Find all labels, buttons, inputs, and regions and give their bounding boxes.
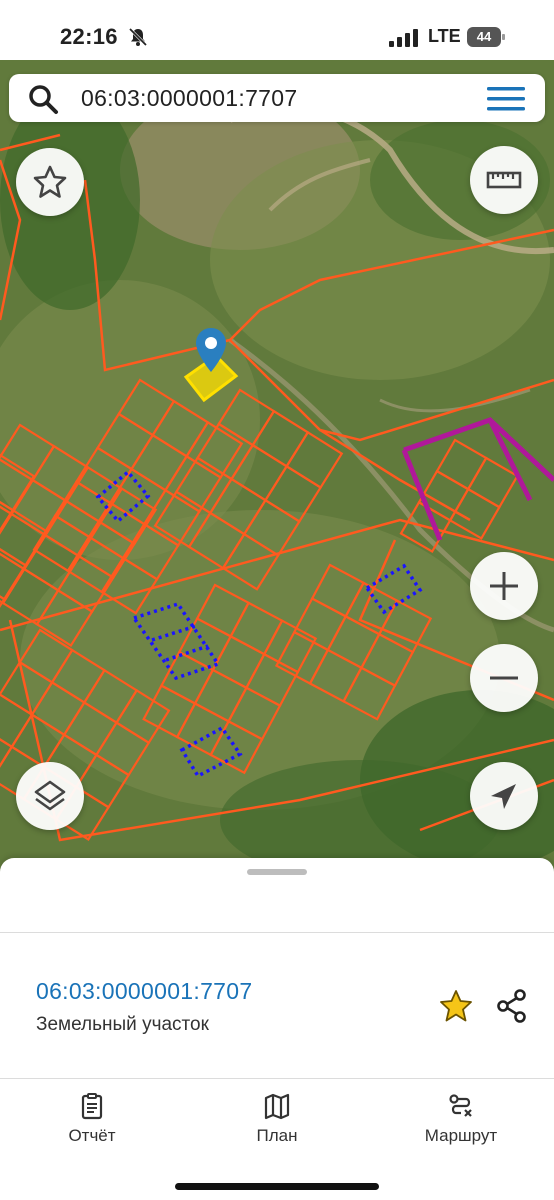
locate-icon: [491, 784, 516, 809]
share-icon[interactable]: [494, 988, 530, 1024]
status-time: 22:16: [60, 24, 118, 49]
zoom-out-icon: [490, 676, 518, 680]
tab-plan-label: План: [256, 1126, 298, 1145]
bottom-tab-bar: Отчёт План Маршрут: [0, 1080, 554, 1200]
zoom-in-button[interactable]: [470, 552, 538, 620]
location-pin-icon[interactable]: [196, 328, 226, 372]
parcel-type-label: Земельный участок: [36, 1014, 209, 1035]
tab-report[interactable]: Отчёт: [17, 1092, 167, 1152]
tab-route[interactable]: Маршрут: [386, 1092, 536, 1152]
zoom-out-button[interactable]: [470, 644, 538, 712]
report-icon: [81, 1093, 103, 1120]
layers-button[interactable]: [16, 762, 84, 830]
search-icon[interactable]: [27, 83, 59, 115]
signal-icon: [389, 29, 418, 47]
parcel-info-sheet[interactable]: 06:03:0000001:7707 Земельный участок Отч…: [0, 858, 554, 1200]
bell-muted-icon: [128, 27, 148, 47]
locate-button[interactable]: [470, 762, 538, 830]
layers-icon: [34, 780, 66, 811]
network-type: LTE: [428, 26, 461, 46]
tab-plan[interactable]: План: [202, 1092, 352, 1152]
zoom-in-icon: [490, 572, 518, 600]
search-input[interactable]: 06:03:0000001:7707: [81, 85, 297, 112]
ruler-icon: [486, 171, 522, 189]
route-icon: [449, 1094, 472, 1117]
home-indicator[interactable]: [175, 1183, 379, 1190]
map-view[interactable]: [0, 60, 554, 880]
star-icon: [33, 165, 67, 198]
tab-route-label: Маршрут: [424, 1126, 498, 1145]
tab-report-label: Отчёт: [68, 1126, 116, 1145]
sheet-grab-handle[interactable]: [247, 869, 307, 875]
measure-button[interactable]: [470, 146, 538, 214]
battery-icon: 44: [467, 27, 505, 47]
menu-icon[interactable]: [487, 87, 525, 111]
parcel-cadastral-number[interactable]: 06:03:0000001:7707: [36, 978, 252, 1005]
divider: [0, 1078, 554, 1079]
search-bar[interactable]: 06:03:0000001:7707: [9, 74, 545, 122]
map-plan-icon: [264, 1093, 290, 1120]
favorite-star-icon[interactable]: [438, 988, 474, 1024]
favorites-button[interactable]: [16, 148, 84, 216]
divider: [0, 932, 554, 933]
battery-level: 44: [476, 29, 492, 44]
